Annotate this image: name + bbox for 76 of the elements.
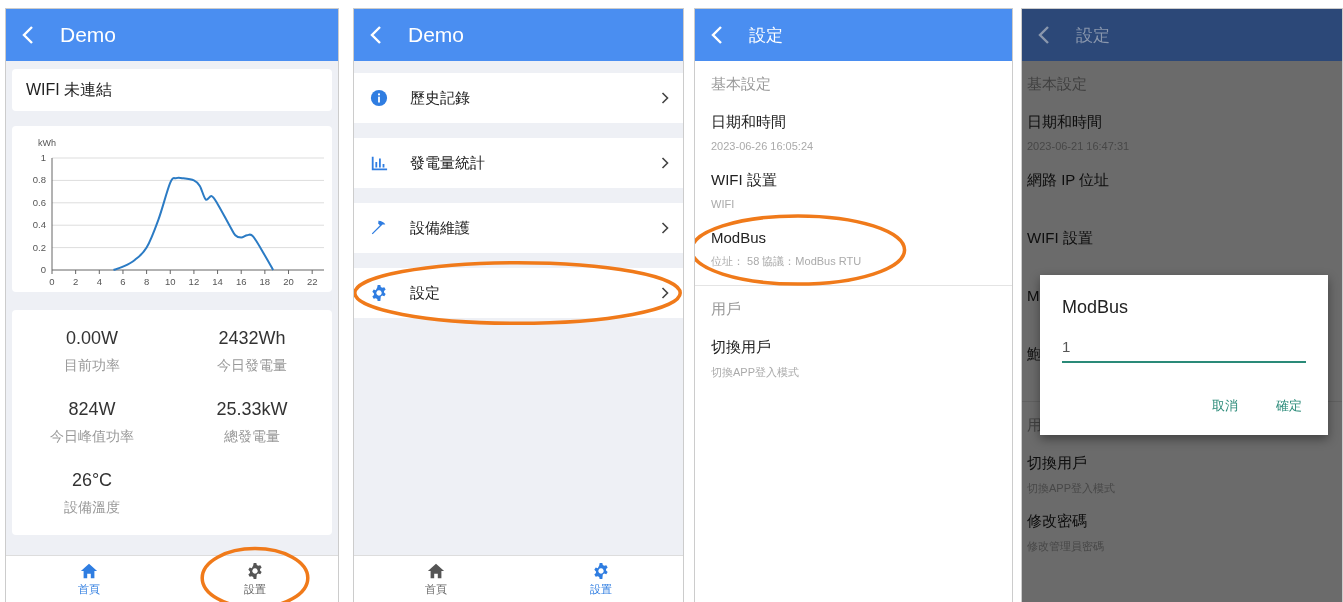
screen-title: 設定 — [749, 24, 783, 47]
screen-title: Demo — [408, 23, 465, 47]
stat-label: 今日發電量 — [217, 357, 287, 375]
menu-item[interactable]: 發電量統計 — [354, 138, 683, 188]
settings-item[interactable]: 日期和時間 2023-06-26 16:05:24 — [695, 107, 1012, 152]
dialog-title: ModBus — [1062, 297, 1130, 318]
home-icon — [80, 561, 98, 580]
tick-label: 18 — [259, 276, 271, 287]
dialog-button[interactable]: 取消 — [1208, 393, 1242, 419]
item-title: 網路 IP 位址 — [1027, 171, 1110, 190]
item-title: ModBus — [711, 229, 767, 246]
settings-icon — [370, 284, 388, 302]
settings-item[interactable]: ModBus 位址： 58 協議：ModBus RTU — [695, 223, 1012, 269]
screen-title: Demo — [60, 23, 117, 47]
tick-label: 14 — [212, 276, 223, 287]
tick-label: 0 — [40, 264, 46, 275]
settings-item[interactable]: 網路 IP 位址 — [1022, 165, 1342, 190]
stat-label: 總發電量 — [224, 428, 280, 446]
chevron-icon — [661, 287, 669, 299]
settings-icon — [246, 561, 264, 580]
item-subtitle: 位址： 58 協議：ModBus RTU — [711, 254, 862, 269]
tick-label: 4 — [96, 276, 102, 287]
home-icon — [427, 561, 446, 580]
tick-label: 22 — [306, 276, 318, 287]
stat-value: 25.33kW — [216, 399, 288, 420]
section-heading: 基本設定 — [711, 74, 771, 94]
stat-value: 0.00W — [66, 328, 118, 349]
chevron-icon — [661, 92, 669, 104]
tick-label: 0 — [49, 276, 55, 287]
stat-value: 2432Wh — [218, 328, 286, 349]
tick-label: 6 — [120, 276, 126, 287]
item-title: WIFI 設置 — [711, 171, 777, 190]
stat-value: 26°C — [71, 470, 113, 491]
tick-label: 12 — [188, 276, 200, 287]
tick-label: 16 — [235, 276, 247, 287]
tick-label: 0.4 — [32, 219, 46, 231]
settings-item[interactable]: WIFI 設置 WIFI — [695, 165, 1012, 210]
tick-label: 2 — [73, 276, 79, 287]
tick-label: 0.6 — [32, 196, 46, 208]
item-subtitle: 2023-06-26 16:05:24 — [711, 140, 814, 152]
info-icon — [370, 89, 388, 107]
stat-label: 今日峰值功率 — [50, 428, 134, 446]
tick-label: 0.2 — [32, 241, 46, 253]
wifi-status: WIFI 未連結 — [26, 79, 113, 100]
section-heading: 用戶 — [711, 299, 741, 319]
item-title: 日期和時間 — [1027, 113, 1102, 132]
stat-value: 824W — [68, 399, 116, 420]
tick-label: 8 — [143, 276, 150, 287]
tick-label: 10 — [164, 276, 176, 287]
settings-item[interactable]: WIFI 設置 — [1022, 223, 1342, 248]
stat-label: 設備溫度 — [64, 499, 120, 517]
bar-chart-icon — [370, 154, 388, 172]
menu-item[interactable]: 設備維護 — [354, 203, 683, 253]
item-title: 日期和時間 — [711, 113, 786, 132]
tick-label: 0.8 — [32, 174, 46, 186]
chevron-icon — [661, 157, 669, 169]
item-title: M — [1027, 287, 1040, 304]
menu-item[interactable]: 設定 — [354, 268, 683, 318]
chevron-icon — [661, 222, 669, 234]
axis-label: kWh — [38, 138, 56, 148]
dialog-button[interactable]: 確定 — [1272, 393, 1306, 419]
tick-label: 20 — [283, 276, 294, 287]
hammer-icon — [370, 219, 388, 237]
item-title: 修改密碼 — [1027, 512, 1087, 531]
back-icon[interactable] — [1038, 25, 1050, 45]
item-title: WIFI 設置 — [1027, 229, 1093, 248]
item-title: 切換用戶 — [711, 338, 771, 357]
settings-icon — [591, 561, 610, 580]
item-subtitle: 切換APP登入模式 — [711, 365, 799, 380]
item-title: 切換用戶 — [1027, 454, 1087, 473]
tick-label: 1 — [40, 152, 46, 163]
settings-item[interactable]: 切換用戶 切換APP登入模式 — [695, 332, 1012, 380]
menu-item[interactable]: 歷史記錄 — [354, 73, 683, 123]
stat-label: 目前功率 — [64, 357, 120, 375]
screen-title: 設定 — [1076, 24, 1110, 47]
item-subtitle: WIFI — [711, 198, 735, 210]
